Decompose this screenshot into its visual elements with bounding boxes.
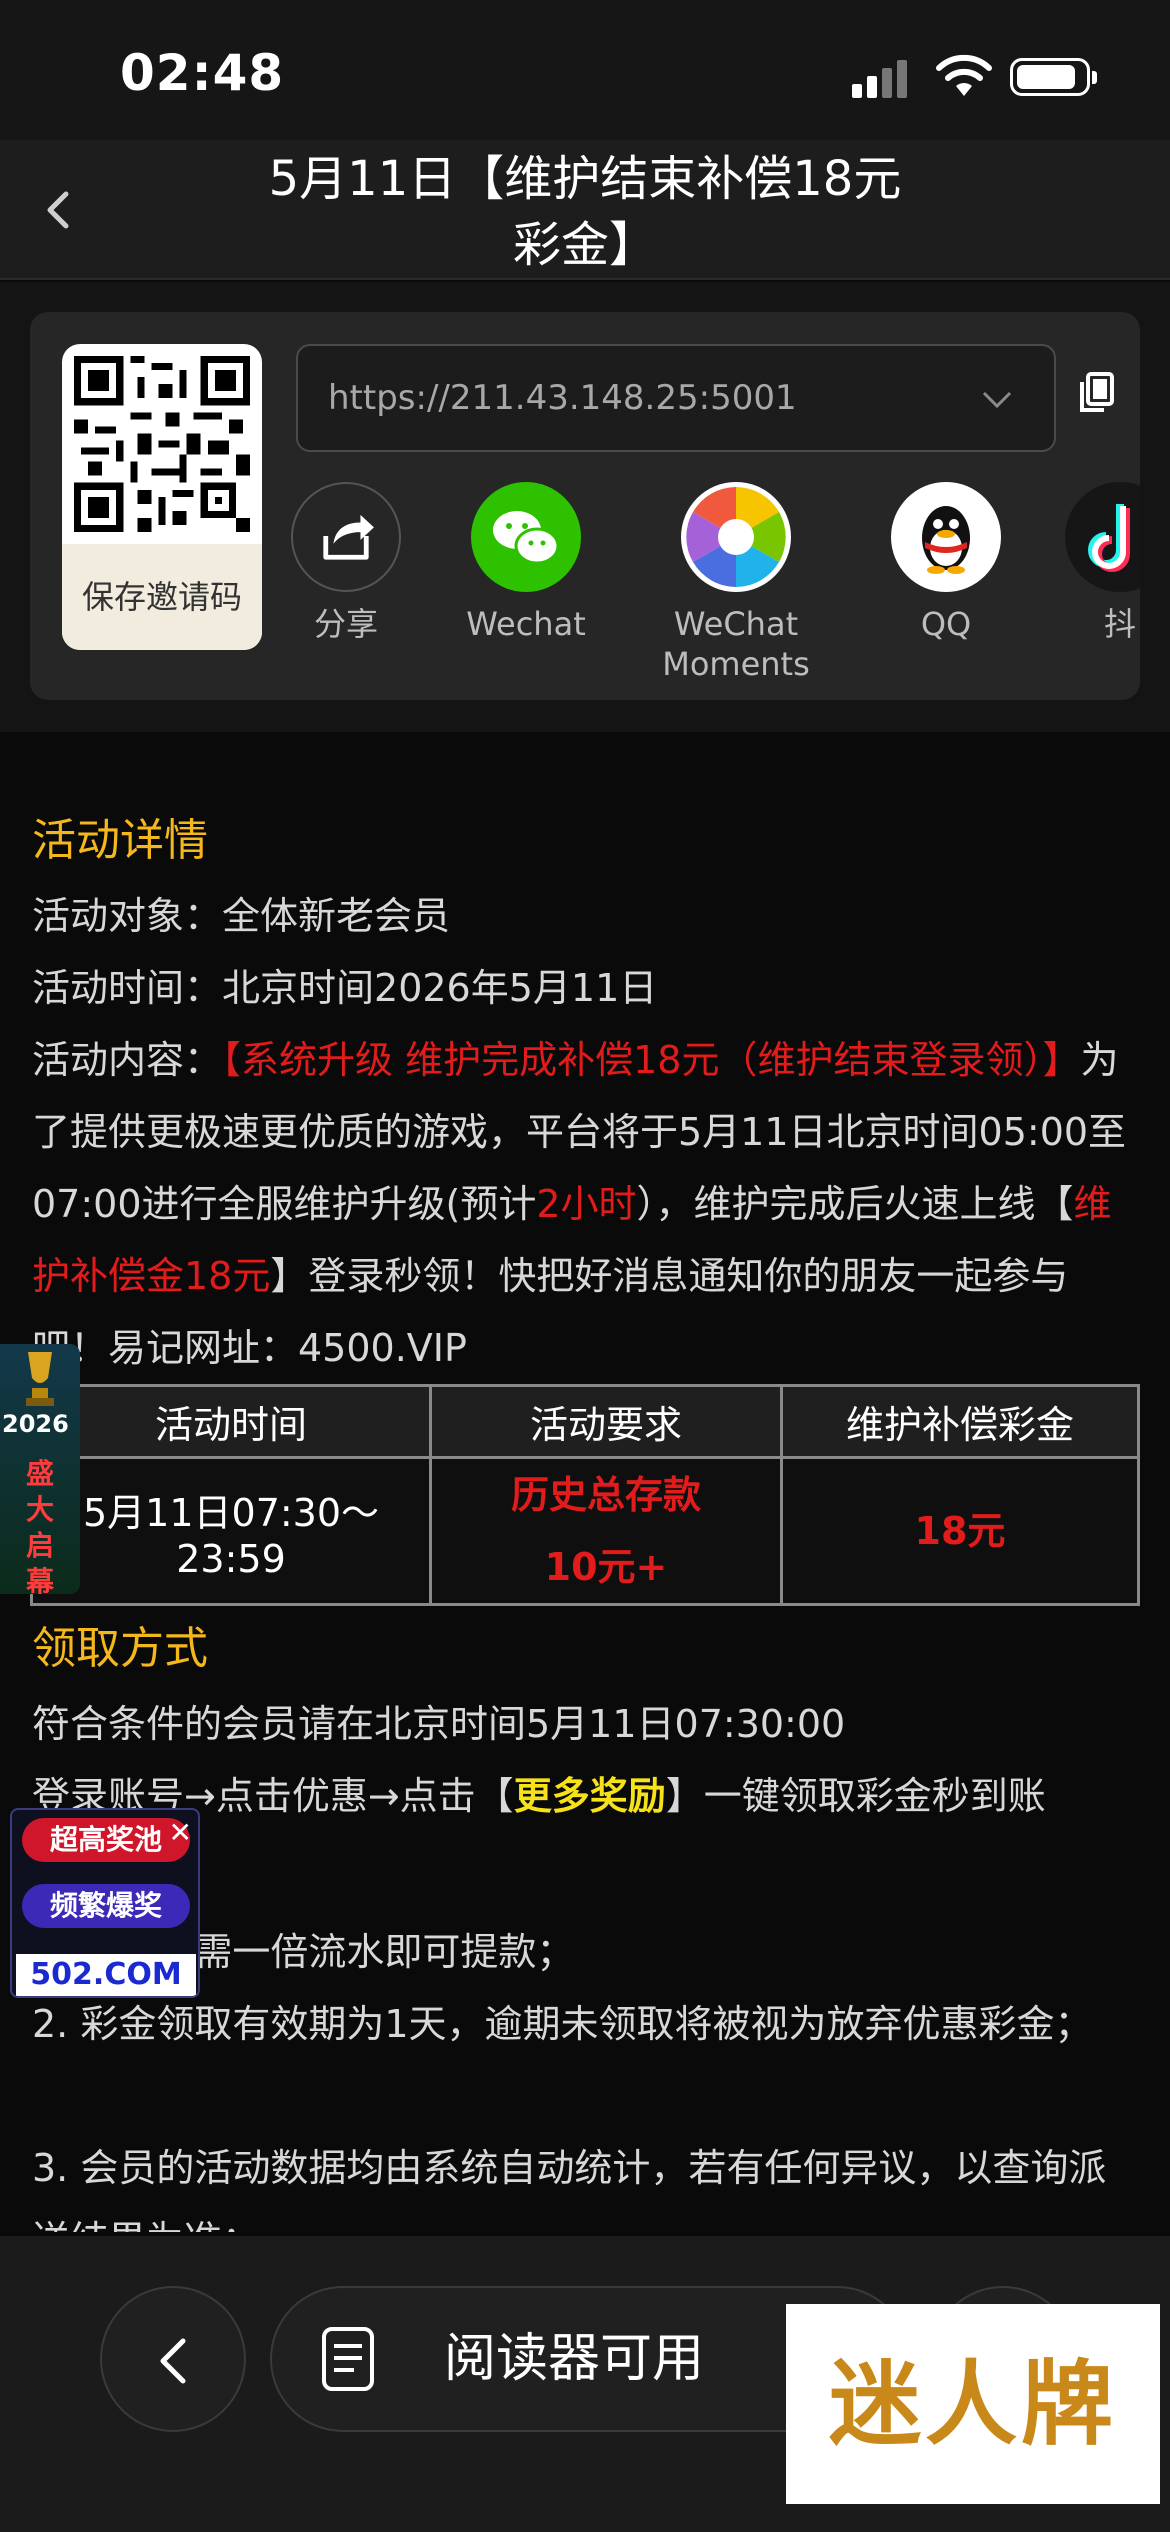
activity-table: 活动时间 活动要求 维护补偿彩金 5月11日07:30～23:59 历史总存款 … (29, 1384, 1140, 1606)
table-cell-time: 5月11日07:30～23:59 (29, 1456, 433, 1606)
back-arrow-icon (160, 2338, 186, 2384)
url-value: https://211.43.148.25:5001 (328, 378, 797, 418)
back-chevron-icon[interactable] (30, 180, 90, 240)
target-value: 全体新老会员 (222, 894, 451, 938)
share-option-label: WeChat Moments (662, 605, 810, 683)
brand-text: 迷人牌 (828, 2350, 1117, 2458)
reader-mode-label: 阅读器可用 (444, 2329, 705, 2389)
claim-line-1: 符合条件的会员请在北京时间5月11日07:30:00 (32, 1702, 846, 1746)
qq-icon (891, 482, 1001, 592)
page-title-line2: 彩金】 (512, 217, 657, 273)
invite-qr-card[interactable]: 保存邀请码 (62, 344, 262, 650)
table-header: 活动时间 (29, 1384, 433, 1459)
target-label: 活动对象： (32, 894, 223, 938)
share-option-label: Wechat (466, 605, 586, 643)
cellular-signal-icon (852, 58, 912, 98)
activity-time: 活动时间：北京时间2026年5月11日 (32, 952, 1142, 1024)
table-header: 维护补偿彩金 (780, 1384, 1140, 1459)
document-icon (322, 2327, 374, 2391)
ad-line-1: 超高奖池 (22, 1818, 190, 1862)
content-red-duration: 2小时 (536, 1182, 637, 1226)
share-option-label: 分享 (313, 605, 378, 643)
qr-code-icon (74, 356, 250, 532)
close-icon[interactable]: ✕ (169, 1816, 192, 1849)
table-cell-bonus: 18元 (780, 1456, 1140, 1606)
nav-bar: 5月11日【维护结束补偿18元 彩金】 (0, 140, 1170, 280)
share-option-label: QQ (920, 605, 972, 643)
share-option-wechat-moments[interactable]: WeChat Moments (636, 482, 836, 684)
section-title-details: 活动详情 (32, 815, 208, 866)
douyin-icon (1065, 482, 1140, 592)
wechat-moments-icon (681, 482, 791, 592)
ad-line-2: 频繁爆奖 (22, 1884, 190, 1928)
content-text-2: ），维护完成后火速上线【 (636, 1182, 1074, 1226)
ad-domain: 502.COM (16, 1954, 196, 1996)
browser-back-button[interactable] (100, 2286, 246, 2432)
battery-icon (1010, 58, 1097, 96)
share-option-douyin[interactable]: 抖 (1020, 482, 1140, 644)
claim-text-b: 】一键领取彩金秒到账 (665, 1774, 1046, 1818)
activity-description: 活动内容：【系统升级 维护完成补偿18元（维护结束登录领）】为了提供更极速更优质… (32, 1024, 1142, 1384)
share-option-wechat[interactable]: Wechat (426, 482, 626, 644)
requirement-line2: 10元+ (544, 1545, 668, 1589)
claim-highlight: 更多奖励 (513, 1774, 666, 1818)
table-header-row: 活动时间 活动要求 维护补偿彩金 (29, 1384, 1140, 1459)
copy-icon[interactable] (1074, 370, 1118, 416)
chevron-down-icon (982, 391, 1012, 409)
table-header: 活动要求 (429, 1384, 783, 1459)
activity-target: 活动对象：全体新老会员 (32, 880, 1142, 952)
wechat-icon (471, 482, 581, 592)
share-option-label: 抖 (1103, 605, 1136, 643)
activity-content: 活动详情 活动对象：全体新老会员 活动时间：北京时间2026年5月11日 活动内… (0, 732, 1170, 2232)
share-arrow-icon (291, 482, 401, 592)
page-title: 5月11日【维护结束补偿18元 彩金】 (220, 146, 950, 278)
rule-item: 2. 彩金领取有效期为1天，逾期未领取将被视为放弃优惠彩金； (32, 2002, 1093, 2046)
share-option-qq[interactable]: QQ (846, 482, 1046, 644)
table-row: 5月11日07:30～23:59 历史总存款 10元+ 18元 (29, 1456, 1140, 1606)
time-label: 活动时间： (32, 966, 223, 1010)
content-red-headline: 【系统升级 维护完成补偿18元（维护结束登录领）】 (222, 1038, 1081, 1082)
section-title-claim: 领取方式 (32, 1623, 208, 1674)
save-invite-code-button[interactable]: 保存邀请码 (62, 544, 262, 650)
time-value: 北京时间2026年5月11日 (222, 966, 658, 1010)
cup-text: 盛大启幕 (25, 1457, 54, 1594)
brand-watermark: 迷人牌 (786, 2304, 1160, 2504)
status-bar: 02:48 (0, 0, 1170, 140)
share-option-share[interactable]: 分享 (246, 482, 446, 644)
jackpot-float-ad[interactable]: 超高奖池 频繁爆奖 502.COM ✕ (10, 1808, 200, 1998)
content-label: 活动内容： (32, 1038, 223, 1082)
table-cell-requirement: 历史总存款 10元+ (429, 1456, 783, 1606)
url-selector[interactable]: https://211.43.148.25:5001 (296, 344, 1056, 452)
cup-year: 2026 (2, 1410, 69, 1438)
world-cup-float-badge[interactable]: 2026 盛大启幕 (0, 1344, 80, 1594)
trophy-icon (26, 1352, 54, 1406)
share-panel: 保存邀请码 https://211.43.148.25:5001 分享 Wech… (0, 282, 1170, 732)
share-card: 保存邀请码 https://211.43.148.25:5001 分享 Wech… (30, 312, 1140, 700)
requirement-line1: 历史总存款 (511, 1473, 702, 1517)
wifi-icon (936, 54, 992, 96)
rule-item: 3. 会员的活动数据均由系统自动统计，若有任何异议，以查询派送结果为准； (32, 2146, 1107, 2232)
status-time: 02:48 (120, 44, 285, 102)
page-title-line1: 5月11日【维护结束补偿18元 (268, 151, 902, 207)
